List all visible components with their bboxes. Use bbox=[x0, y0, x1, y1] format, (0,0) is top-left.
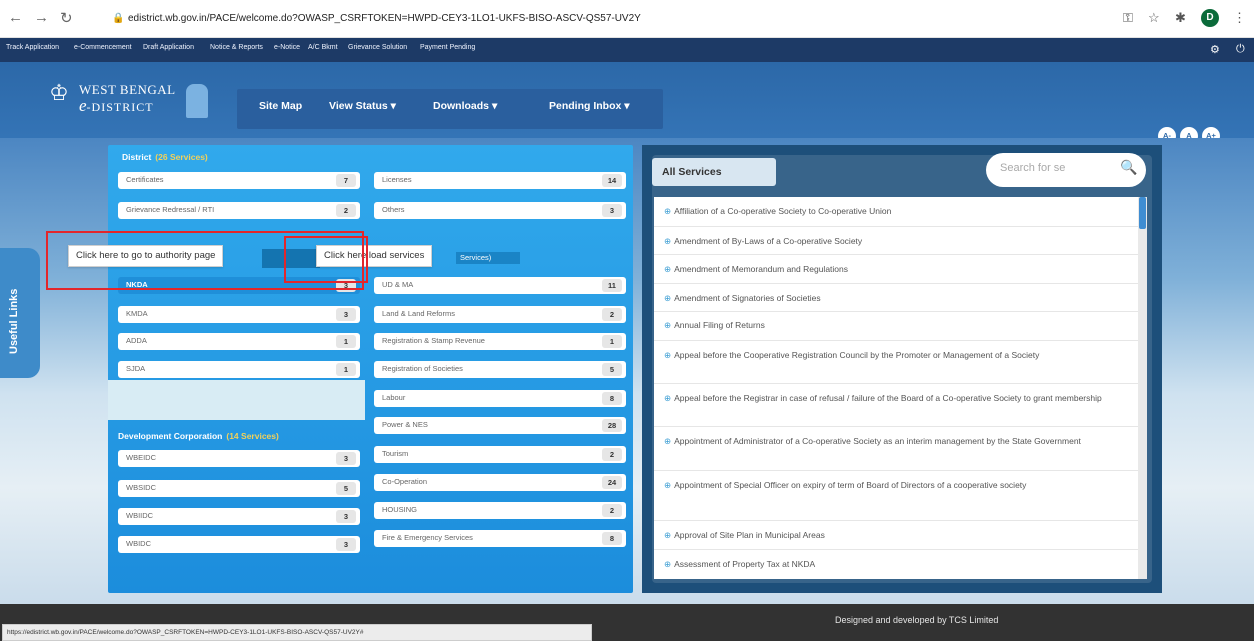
bookmark-star-icon[interactable]: ☆ bbox=[1148, 10, 1160, 26]
link-notice-reports[interactable]: Notice & Reports bbox=[210, 44, 263, 51]
quick-links-bar: Track Application e-Commencement Draft A… bbox=[0, 38, 1254, 62]
link-status-bar: https://edistrict.wb.gov.in/PACE/welcome… bbox=[2, 624, 592, 641]
department-item-tourism[interactable]: Tourism 2 bbox=[374, 446, 626, 463]
plus-circle-icon: ⊕ bbox=[664, 480, 672, 490]
link-draft-application[interactable]: Draft Application bbox=[143, 44, 194, 51]
development-item-wbiidc[interactable]: WBIIDC 3 bbox=[118, 508, 360, 525]
menu-pending-inbox[interactable]: Pending Inbox ▾ bbox=[549, 100, 630, 112]
authority-item-adda[interactable]: ADDA 1 bbox=[118, 333, 360, 350]
service-search-box[interactable]: Search for se 🔍 bbox=[986, 153, 1146, 187]
service-item[interactable]: ⊕ Approval of Site Plan in Municipal Area… bbox=[664, 528, 1134, 542]
highlight-box-download bbox=[284, 236, 368, 283]
plus-circle-icon: ⊕ bbox=[664, 530, 672, 540]
plus-circle-icon: ⊕ bbox=[664, 206, 672, 216]
plus-circle-icon: ⊕ bbox=[664, 236, 672, 246]
district-item-others[interactable]: Others 3 bbox=[374, 202, 626, 219]
department-item-co-operation[interactable]: Co-Operation 24 bbox=[374, 474, 626, 491]
district-item-grievance[interactable]: Grievance Redressal / RTI 2 bbox=[118, 202, 360, 219]
service-item[interactable]: ⊕ Affiliation of a Co-operative Society t… bbox=[664, 204, 1134, 218]
plus-circle-icon: ⊕ bbox=[664, 559, 672, 569]
department-item-labour[interactable]: Labour 8 bbox=[374, 390, 626, 407]
plus-circle-icon: ⊕ bbox=[664, 393, 672, 403]
forward-arrow-icon[interactable]: → bbox=[34, 9, 49, 26]
panel-divider bbox=[108, 380, 365, 420]
department-item-registration-societies[interactable]: Registration of Societies 5 bbox=[374, 361, 626, 378]
settings-gear-icon[interactable]: ⚙ bbox=[1210, 43, 1220, 56]
reload-icon[interactable]: ↻ bbox=[60, 9, 73, 27]
department-tab[interactable]: Services) bbox=[456, 252, 520, 264]
development-title: Development Corporation (14 Services) bbox=[118, 431, 279, 441]
service-item[interactable]: ⊕ Amendment of Memorandum and Regulations bbox=[664, 262, 1134, 276]
district-title: District (26 Services) bbox=[122, 152, 208, 162]
service-item[interactable]: ⊕ Appeal before the Registrar in case of … bbox=[664, 391, 1134, 405]
chevron-down-icon: ▾ bbox=[491, 100, 498, 112]
state-emblem-icon: ♔ bbox=[49, 80, 69, 105]
key-icon[interactable]: ⚿ bbox=[1123, 10, 1133, 26]
browser-toolbar: ← → ↻ 🔒 edistrict.wb.gov.in/PACE/welcome… bbox=[0, 0, 1254, 38]
power-icon[interactable]: ⏻ bbox=[1236, 43, 1245, 56]
plus-circle-icon: ⊕ bbox=[664, 293, 672, 303]
lock-icon: 🔒 bbox=[112, 13, 125, 24]
map-logo-icon bbox=[186, 84, 208, 118]
link-grievance-solution[interactable]: Grievance Solution bbox=[348, 44, 407, 51]
back-arrow-icon[interactable]: ← bbox=[8, 9, 23, 26]
department-item-power[interactable]: Power & NES 28 bbox=[374, 417, 626, 434]
development-item-wbsidc[interactable]: WBSIDC 5 bbox=[118, 480, 360, 497]
plus-circle-icon: ⊕ bbox=[664, 320, 672, 330]
plus-circle-icon: ⊕ bbox=[664, 264, 672, 274]
service-item[interactable]: ⊕ Appointment of Special Officer on expir… bbox=[664, 478, 1134, 492]
address-url: edistrict.wb.gov.in/PACE/welcome.do?OWAS… bbox=[128, 13, 641, 24]
department-item-fire[interactable]: Fire & Emergency Services 8 bbox=[374, 530, 626, 547]
search-icon[interactable]: 🔍 bbox=[1120, 159, 1137, 176]
district-item-certificates[interactable]: Certificates 7 bbox=[118, 172, 360, 189]
logo-line2: e-DISTRICT bbox=[79, 96, 154, 115]
service-item[interactable]: ⊕ Appeal before the Cooperative Registrat… bbox=[664, 348, 1134, 362]
menu-site-map[interactable]: Site Map bbox=[259, 100, 302, 112]
link-e-commencement[interactable]: e-Commencement bbox=[74, 44, 132, 51]
address-bar[interactable]: 🔒 edistrict.wb.gov.in/PACE/welcome.do?OW… bbox=[112, 7, 992, 31]
service-item[interactable]: ⊕ Annual Filing of Returns bbox=[664, 318, 1134, 332]
department-item-ud-ma[interactable]: UD & MA 11 bbox=[374, 277, 626, 294]
search-placeholder: Search for se bbox=[1000, 162, 1066, 174]
department-item-land-reforms[interactable]: Land & Land Reforms 2 bbox=[374, 306, 626, 323]
plus-circle-icon: ⊕ bbox=[664, 350, 672, 360]
useful-links-tab[interactable]: Useful Links bbox=[0, 248, 40, 378]
chevron-down-icon: ▾ bbox=[624, 100, 630, 112]
district-item-licenses[interactable]: Licenses 14 bbox=[374, 172, 626, 189]
service-item[interactable]: ⊕ Amendment of By-Laws of a Co-operative … bbox=[664, 234, 1134, 248]
extensions-icon[interactable]: ✱ bbox=[1175, 10, 1186, 26]
development-item-wbeidc[interactable]: WBEIDC 3 bbox=[118, 450, 360, 467]
main-menu: Site Map View Status ▾ Downloads ▾ Pendi… bbox=[237, 89, 663, 129]
link-track-application[interactable]: Track Application bbox=[6, 44, 59, 51]
menu-dots-icon[interactable]: ⋮ bbox=[1233, 10, 1246, 26]
menu-view-status[interactable]: View Status ▾ bbox=[329, 100, 396, 112]
service-item[interactable]: ⊕ Appointment of Administrator of a Co-op… bbox=[664, 434, 1134, 448]
authority-item-kmda[interactable]: KMDA 3 bbox=[118, 306, 360, 323]
scrollbar-thumb[interactable] bbox=[1139, 197, 1146, 229]
link-e-notice[interactable]: e-Notice bbox=[274, 44, 300, 51]
service-item[interactable]: ⊕ Amendment of Signatories of Societies bbox=[664, 291, 1134, 305]
department-item-housing[interactable]: HOUSING 2 bbox=[374, 502, 626, 519]
chevron-down-icon: ▾ bbox=[390, 100, 396, 112]
development-item-wbidc[interactable]: WBIDC 3 bbox=[118, 536, 360, 553]
footer-credit: Designed and developed by TCS Limited bbox=[835, 615, 999, 625]
plus-circle-icon: ⊕ bbox=[664, 436, 672, 446]
service-item[interactable]: ⊕ Assessment of Property Tax at NKDA bbox=[664, 557, 1134, 571]
all-services-tab[interactable]: All Services bbox=[652, 158, 776, 186]
authority-item-sjda[interactable]: SJDA 1 bbox=[118, 361, 360, 378]
site-header: ♔ WEST BENGAL e-DISTRICT Site Map View S… bbox=[0, 62, 1254, 138]
menu-downloads[interactable]: Downloads ▾ bbox=[433, 100, 497, 112]
link-ac-bkmt[interactable]: A/C Bkmt bbox=[308, 44, 338, 51]
department-item-registration-stamp[interactable]: Registration & Stamp Revenue 1 bbox=[374, 333, 626, 350]
link-payment-pending[interactable]: Payment Pending bbox=[420, 44, 475, 51]
services-scrollbar[interactable] bbox=[1138, 197, 1147, 579]
profile-avatar[interactable]: D bbox=[1201, 9, 1219, 27]
useful-links-label: Useful Links bbox=[8, 288, 20, 354]
